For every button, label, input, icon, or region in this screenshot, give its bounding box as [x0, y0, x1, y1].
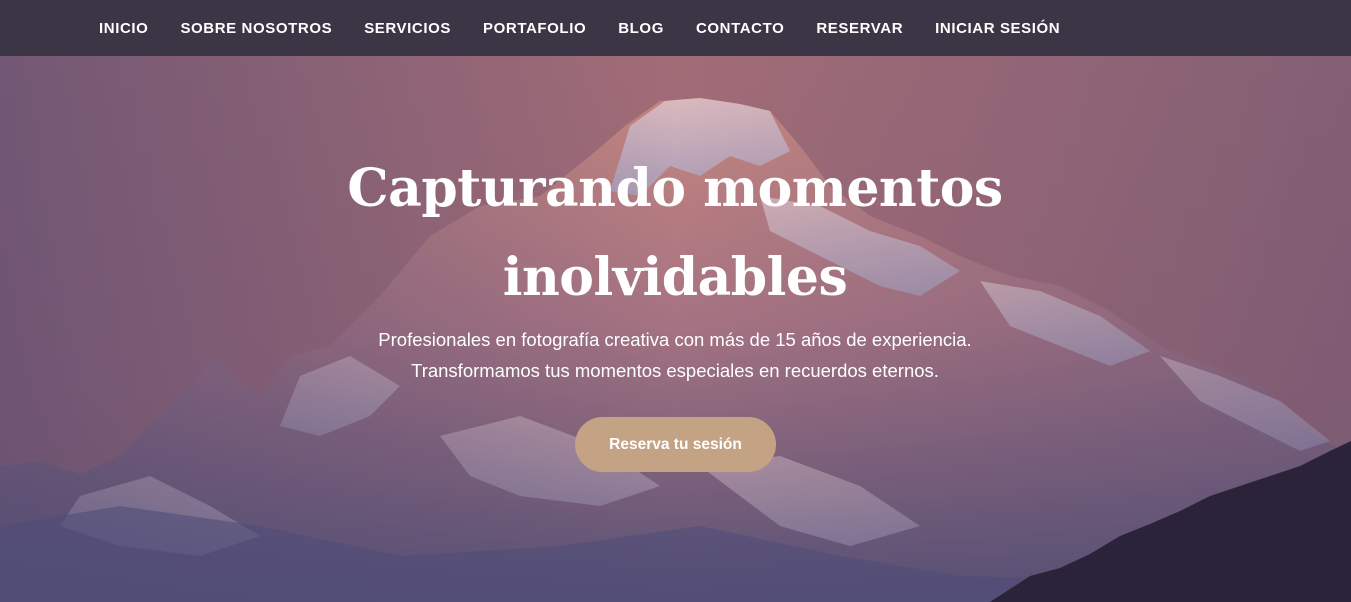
hero-subtitle-line1: Profesionales en fotografía creativa con… [378, 329, 972, 350]
nav-item-iniciar-sesion[interactable]: INICIAR SESIÓN [935, 20, 1060, 37]
nav-item-sobre-nosotros[interactable]: SOBRE NOSOTROS [180, 20, 332, 37]
nav-item-servicios[interactable]: SERVICIOS [364, 20, 451, 37]
hero-section: Capturando momentos inolvidables Profesi… [0, 56, 1351, 602]
hero-subtitle: Profesionales en fotografía creativa con… [275, 324, 1075, 386]
nav-item-inicio[interactable]: INICIO [99, 20, 148, 37]
hero-title: Capturando momentos inolvidables [275, 144, 1075, 322]
hero-title-line1: Capturando momentos [347, 158, 1003, 219]
nav-item-contacto[interactable]: CONTACTO [696, 20, 784, 37]
hero-subtitle-line2: Transformamos tus momentos especiales en… [411, 360, 939, 381]
nav-menu: INICIO SOBRE NOSOTROS SERVICIOS PORTAFOL… [99, 0, 1092, 56]
top-navbar: INICIO SOBRE NOSOTROS SERVICIOS PORTAFOL… [0, 0, 1351, 56]
hero-title-line2: inolvidables [502, 247, 848, 308]
nav-item-blog[interactable]: BLOG [618, 20, 664, 37]
reserve-session-button[interactable]: Reserva tu sesión [575, 417, 776, 472]
nav-item-reservar[interactable]: RESERVAR [816, 20, 903, 37]
nav-item-portafolio[interactable]: PORTAFOLIO [483, 20, 586, 37]
